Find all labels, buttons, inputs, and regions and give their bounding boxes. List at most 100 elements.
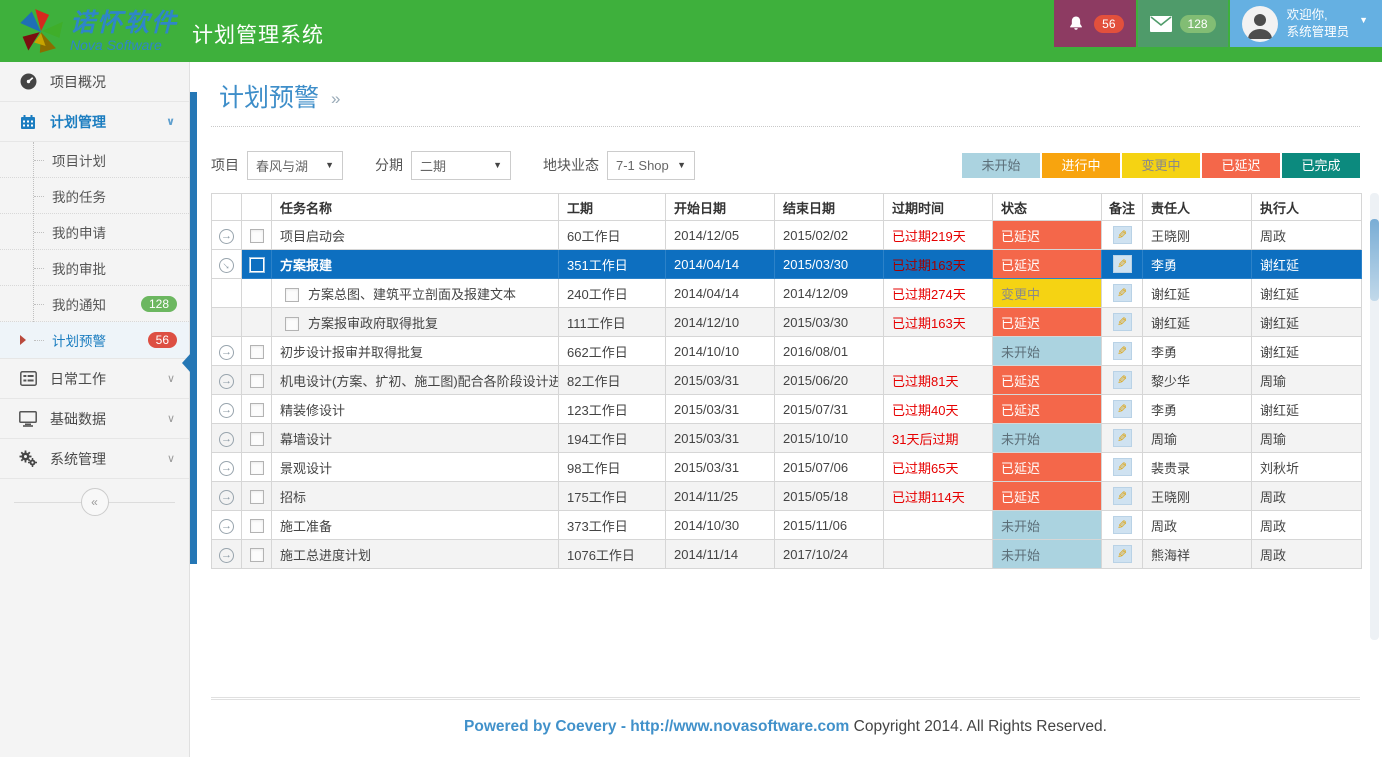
edit-note-button[interactable] <box>1113 313 1132 331</box>
edit-note-button[interactable] <box>1113 226 1132 244</box>
edit-note-button[interactable] <box>1113 458 1132 476</box>
table-scrollbar[interactable] <box>1370 193 1379 640</box>
sidebar-item-project-overview[interactable]: 项目概况 <box>0 62 189 102</box>
table-row[interactable]: 幕墙设计194工作日2015/03/312015/10/1031天后过期未开始周… <box>212 424 1362 453</box>
status-cell: 已延迟 <box>993 221 1102 250</box>
row-checkbox[interactable] <box>250 374 264 388</box>
expand-icon[interactable] <box>219 374 234 389</box>
expand-icon[interactable] <box>219 461 234 476</box>
end-date: 2016/08/01 <box>775 337 884 366</box>
sidebar-collapse-button[interactable]: « <box>81 488 109 516</box>
row-checkbox[interactable] <box>250 258 264 272</box>
notifications-button[interactable]: 56 <box>1054 0 1135 47</box>
plot-select[interactable]: 7-1 Shopp ▼ <box>607 151 695 180</box>
expand-icon[interactable] <box>219 432 234 447</box>
row-checkbox[interactable] <box>250 519 264 533</box>
end-date: 2015/11/06 <box>775 511 884 540</box>
row-checkbox[interactable] <box>250 548 264 562</box>
filter-bar: 项目 春风与湖 ▼ 分期 二期 ▼ 地块业态 7-1 Shopp ▼ 未开始进行… <box>211 150 1360 180</box>
overdue-time: 已过期40天 <box>884 395 993 424</box>
legend-notstarted[interactable]: 未开始 <box>962 153 1040 178</box>
owner-name: 黎少华 <box>1143 366 1252 395</box>
edit-note-button[interactable] <box>1113 284 1132 302</box>
chevron-down-icon: ▼ <box>669 160 686 170</box>
legend-inprogress[interactable]: 进行中 <box>1042 153 1120 178</box>
expand-icon[interactable] <box>219 229 234 244</box>
expand-icon[interactable] <box>219 403 234 418</box>
owner-name: 王晓刚 <box>1143 482 1252 511</box>
table-row[interactable]: 精装修设计123工作日2015/03/312015/07/31已过期40天已延迟… <box>212 395 1362 424</box>
row-checkbox[interactable] <box>285 317 299 331</box>
end-date: 2015/03/30 <box>775 250 884 279</box>
expand-icon[interactable] <box>219 519 234 534</box>
brand-block: 诺怀软件 Nova Software <box>70 11 178 52</box>
edit-note-button[interactable] <box>1113 400 1132 418</box>
sidebar-item-my-approvals[interactable]: 我的审批 <box>0 250 189 286</box>
row-checkbox[interactable] <box>250 461 264 475</box>
row-checkbox[interactable] <box>250 490 264 504</box>
edit-note-button[interactable] <box>1113 516 1132 534</box>
start-date: 2014/10/30 <box>666 511 775 540</box>
edit-note-button[interactable] <box>1113 371 1132 389</box>
user-menu[interactable]: 欢迎你, 系统管理员 ▼ <box>1230 0 1382 47</box>
row-checkbox[interactable] <box>250 345 264 359</box>
legend-done[interactable]: 已完成 <box>1282 153 1360 178</box>
table-row[interactable]: 施工总进度计划1076工作日2014/11/142017/10/24未开始熊海祥… <box>212 540 1362 569</box>
status-cell: 未开始 <box>993 511 1102 540</box>
edit-note-button[interactable] <box>1113 255 1132 273</box>
status-cell: 已延迟 <box>993 308 1102 337</box>
table-row[interactable]: 初步设计报审并取得批复662工作日2014/10/102016/08/01未开始… <box>212 337 1362 366</box>
row-checkbox[interactable] <box>285 288 299 302</box>
row-checkbox[interactable] <box>250 403 264 417</box>
table-row[interactable]: 景观设计98工作日2015/03/312015/07/06已过期65天已延迟裴贵… <box>212 453 1362 482</box>
sidebar-item-my-applications[interactable]: 我的申请 <box>0 214 189 250</box>
executor-name: 谢红延 <box>1252 395 1362 424</box>
edit-note-button[interactable] <box>1113 342 1132 360</box>
top-header: 诺怀软件 Nova Software 计划管理系统 56 128 <box>0 0 1382 62</box>
status-cell: 已延迟 <box>993 453 1102 482</box>
task-name: 施工总进度计划 <box>280 548 371 563</box>
edit-note-button[interactable] <box>1113 429 1132 447</box>
table-row[interactable]: 项目启动会60工作日2014/12/052015/02/02已过期219天已延迟… <box>212 221 1362 250</box>
welcome-text: 欢迎你, 系统管理员 <box>1287 7 1350 41</box>
row-checkbox[interactable] <box>250 432 264 446</box>
expand-icon[interactable] <box>219 548 234 563</box>
expand-icon[interactable] <box>219 345 234 360</box>
end-date: 2015/10/10 <box>775 424 884 453</box>
sidebar-item-daily-work[interactable]: 日常工作 ∨ <box>0 359 189 399</box>
phase-select[interactable]: 二期 ▼ <box>411 151 511 180</box>
legend-delayed[interactable]: 已延迟 <box>1202 153 1280 178</box>
row-checkbox[interactable] <box>250 229 264 243</box>
sidebar-item-my-notifications[interactable]: 我的通知 128 <box>0 286 189 322</box>
expand-icon[interactable] <box>219 490 234 505</box>
sidebar-item-plan-warning[interactable]: 计划预警 56 <box>0 322 189 358</box>
table-row[interactable]: 方案报审政府取得批复111工作日2014/12/102015/03/30已过期1… <box>212 308 1362 337</box>
task-duration: 351工作日 <box>559 250 666 279</box>
edit-note-button[interactable] <box>1113 545 1132 563</box>
sidebar-item-project-plan[interactable]: 项目计划 <box>0 142 189 178</box>
title-divider <box>211 126 1360 127</box>
active-section-accent-bar <box>190 92 197 564</box>
expand-icon[interactable] <box>216 254 237 275</box>
messages-button[interactable]: 128 <box>1138 0 1228 47</box>
table-row[interactable]: 方案报建351工作日2014/04/142015/03/30已过期163天已延迟… <box>212 250 1362 279</box>
edit-note-button[interactable] <box>1113 487 1132 505</box>
table-row[interactable]: 方案总图、建筑平立剖面及报建文本240工作日2014/04/142014/12/… <box>212 279 1362 308</box>
executor-name: 谢红延 <box>1252 308 1362 337</box>
sidebar-item-my-tasks[interactable]: 我的任务 <box>0 178 189 214</box>
footer-powered-link[interactable]: Powered by Coevery - http://www.novasoft… <box>464 718 849 735</box>
end-date: 2015/05/18 <box>775 482 884 511</box>
chevron-down-icon: ▼ <box>317 160 334 170</box>
sidebar-item-basic-data[interactable]: 基础数据 ∨ <box>0 399 189 439</box>
project-select[interactable]: 春风与湖 ▼ <box>247 151 343 180</box>
table-row[interactable]: 招标175工作日2014/11/252015/05/18已过期114天已延迟王晓… <box>212 482 1362 511</box>
sidebar-item-system-management[interactable]: 系统管理 ∨ <box>0 439 189 479</box>
sidebar-item-plan-management[interactable]: 计划管理 ∨ <box>0 102 189 142</box>
table-row[interactable]: 施工准备373工作日2014/10/302015/11/06未开始周政周政 <box>212 511 1362 540</box>
start-date: 2015/03/31 <box>666 424 775 453</box>
end-date: 2015/02/02 <box>775 221 884 250</box>
table-row[interactable]: 机电设计(方案、扩初、施工图)配合各阶段设计进度82工作日2015/03/312… <box>212 366 1362 395</box>
legend-changing[interactable]: 变更中 <box>1122 153 1200 178</box>
scrollbar-thumb[interactable] <box>1370 219 1379 301</box>
list-icon <box>18 371 38 386</box>
